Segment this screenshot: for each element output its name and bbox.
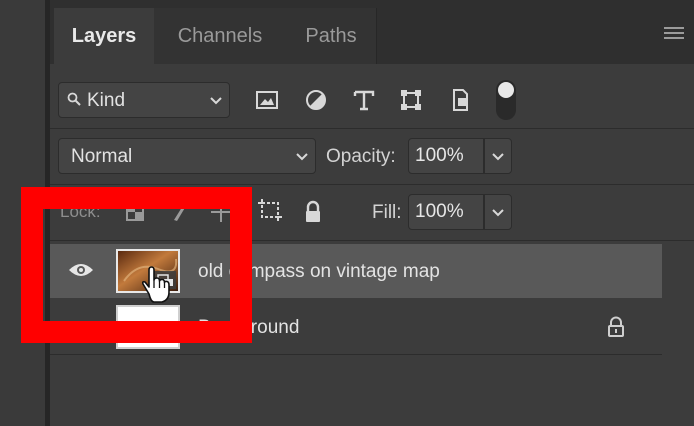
divider [50,128,694,129]
filter-kind-label: Kind [87,90,126,111]
fill-label: Fill: [372,202,402,223]
filter-toggle-switch[interactable] [496,80,516,120]
opacity-input[interactable]: 100% [408,138,484,174]
tab-channels[interactable]: Channels [154,8,287,64]
panel-tab-bar: Layers Channels Paths [50,0,694,64]
fill-input[interactable]: 100% [408,194,484,230]
highlight-annotation-box [21,187,252,343]
opacity-label: Opacity: [326,146,396,167]
shape-filter-icon[interactable] [397,86,425,114]
divider [50,354,662,355]
lock-artboard-icon[interactable] [256,198,284,222]
opacity-dropdown-button[interactable] [484,138,512,174]
chevron-down-icon [492,209,504,217]
adjustment-filter-icon[interactable] [302,86,330,114]
lock-all-icon[interactable] [302,200,324,224]
chevron-down-icon [296,153,308,161]
search-icon [67,92,81,106]
type-filter-icon[interactable] [350,86,378,114]
chevron-down-icon [210,97,222,105]
tab-paths[interactable]: Paths [286,8,377,64]
image-filter-icon[interactable] [253,86,281,114]
fill-dropdown-button[interactable] [484,194,512,230]
toggle-knob [498,82,514,98]
panel-menu-icon[interactable] [664,27,684,41]
smart-object-filter-icon[interactable] [446,86,474,114]
divider [50,184,694,185]
blend-mode-label: Normal [71,146,133,167]
chevron-down-icon [492,153,504,161]
blend-mode-select[interactable]: Normal [58,138,316,174]
filter-kind-select[interactable]: Kind [58,82,230,118]
tab-layers[interactable]: Layers [54,8,155,64]
lock-icon [608,316,624,337]
